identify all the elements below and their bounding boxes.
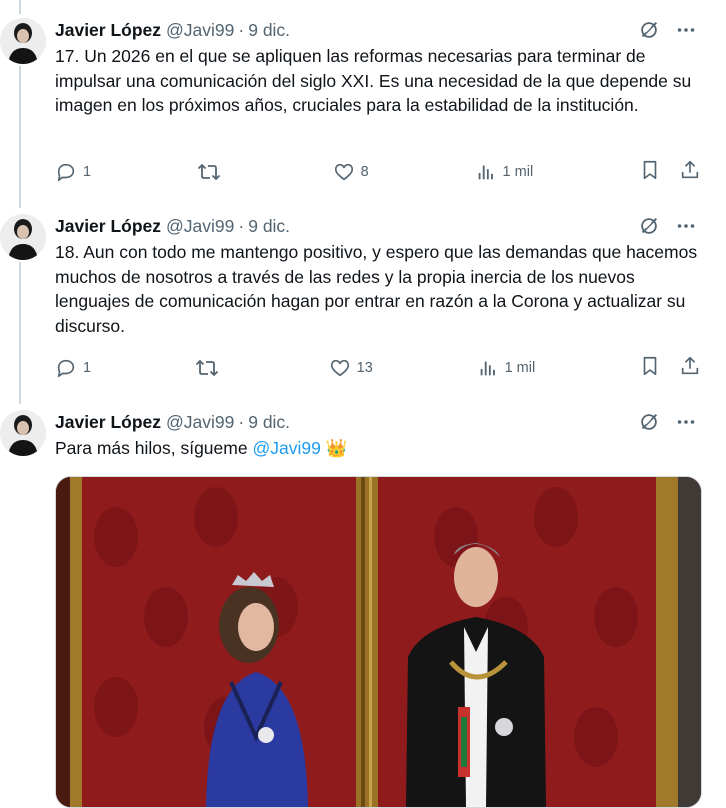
reply-count: 1 [83,360,92,376]
more-icon[interactable] [676,412,696,432]
tweet-date[interactable]: 9 dic. [248,412,290,433]
like-button[interactable]: 8 [333,161,369,183]
author-name[interactable]: Javier López [55,20,161,41]
author-handle[interactable]: @Javi99 [166,216,234,237]
tweet-date[interactable]: 9 dic. [248,216,290,237]
separator: · [238,215,245,236]
tweet-actions: 1 13 1 mil [55,356,701,380]
bookmark-icon[interactable] [639,159,661,186]
more-icon[interactable] [676,20,696,40]
reply-button[interactable]: 1 [55,357,91,379]
retweet-button[interactable] [197,161,227,183]
views-icon [480,361,495,376]
tweet-top-icons [638,214,696,238]
grok-icon[interactable] [638,19,660,41]
tweet-top-icons [638,410,696,434]
tweet-17[interactable]: Javier López @Javi99 · 9 dic. 17. Un 202… [0,10,726,200]
tweet-header: Javier López @Javi99 · 9 dic. [55,18,290,42]
views-icon [478,165,493,180]
tweet-header: Javier López @Javi99 · 9 dic. [55,214,290,238]
reply-icon [57,359,75,378]
author-handle[interactable]: @Javi99 [166,412,234,433]
avatar[interactable] [0,18,46,64]
tweet-text: 17. Un 2026 en el que se apliquen las re… [55,46,692,115]
views-button[interactable]: 1 mil [477,357,536,379]
views-count: 1 mil [504,360,536,376]
reply-count: 1 [83,164,92,180]
share-icon[interactable] [679,159,701,186]
retweet-icon [197,163,221,181]
tweet-photo[interactable] [55,476,702,808]
author-handle[interactable]: @Javi99 [166,20,234,41]
views-count: 1 mil [502,164,534,180]
mention-link[interactable]: @Javi99 [252,438,320,458]
more-icon[interactable] [676,216,696,236]
share-icon[interactable] [679,355,701,382]
avatar[interactable] [0,410,46,456]
like-count: 13 [356,360,373,376]
actions-right [639,355,701,382]
heart-icon [330,359,349,377]
heart-icon [334,163,353,181]
retweet-icon [195,359,218,377]
separator: · [238,411,245,432]
crown-emoji: 👑 [325,438,348,458]
tweet-top-icons [638,18,696,42]
tweet-text: Para más hilos, sígueme @Javi99 👑 [55,436,705,461]
grok-icon[interactable] [638,215,660,237]
grok-icon[interactable] [638,411,660,433]
reply-button[interactable]: 1 [55,161,91,183]
author-name[interactable]: Javier López [55,412,161,433]
author-name[interactable]: Javier López [55,216,161,237]
tweet-18[interactable]: Javier López @Javi99 · 9 dic. 18. Aun co… [0,206,726,396]
tweet-date[interactable]: 9 dic. [248,20,290,41]
tweet-actions: 1 8 1 mil [55,160,701,184]
like-button[interactable]: 13 [329,357,373,379]
separator: · [238,19,245,40]
retweet-button[interactable] [195,357,225,379]
tweet-header: Javier López @Javi99 · 9 dic. [55,410,290,434]
reply-icon [57,163,75,182]
actions-right [639,159,701,186]
bookmark-icon[interactable] [639,355,661,382]
avatar[interactable] [0,214,46,260]
views-button[interactable]: 1 mil [475,161,534,183]
tweet-text: 18. Aun con todo me mantengo positivo, y… [55,242,698,336]
like-count: 8 [360,164,369,180]
tweet-text-prefix: Para más hilos, sígueme [55,438,253,458]
